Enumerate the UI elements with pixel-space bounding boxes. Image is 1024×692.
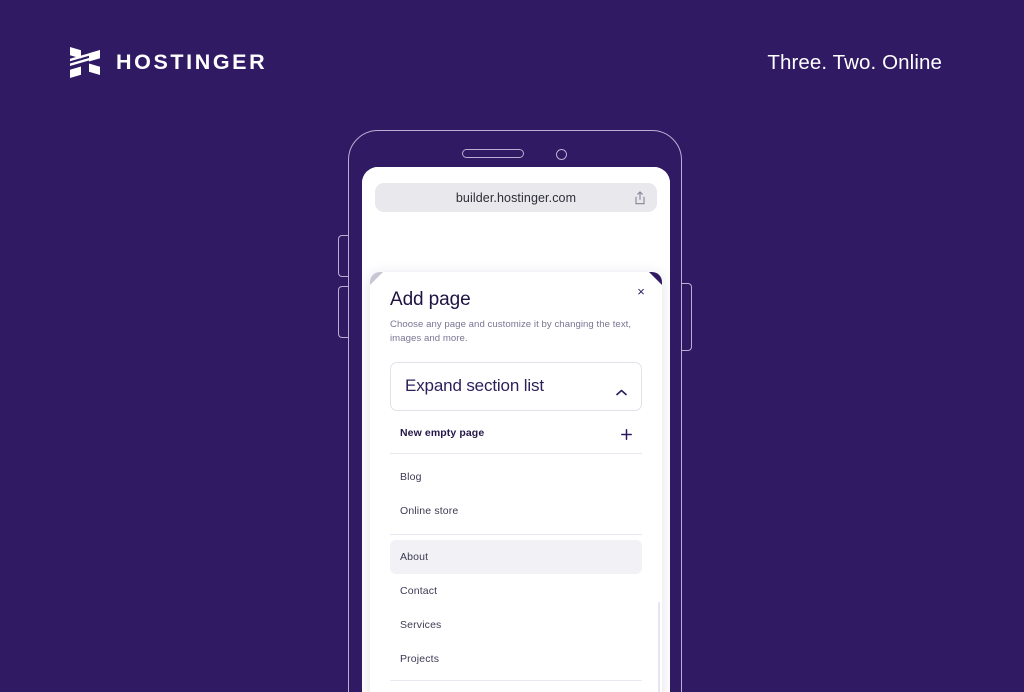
brand-logo: HOSTINGER	[70, 47, 267, 78]
phone-screen: builder.hostinger.com × Add page Choose …	[362, 167, 670, 692]
hostinger-h-mark-icon	[70, 47, 100, 78]
url-text: builder.hostinger.com	[455, 190, 577, 205]
volume-up-button[interactable]	[338, 235, 349, 277]
list-item[interactable]: Services	[390, 608, 642, 642]
share-icon[interactable]	[633, 190, 647, 205]
new-empty-page-label: New empty page	[400, 426, 485, 439]
list-item[interactable]: Privacy policy	[390, 687, 642, 692]
page-group-3: Privacy policy Refund policy	[390, 681, 642, 692]
volume-down-button[interactable]	[338, 286, 349, 338]
list-item[interactable]: Online store	[390, 494, 642, 528]
modal-subtitle: Choose any page and customize it by chan…	[390, 319, 632, 345]
browser-chrome: builder.hostinger.com	[362, 167, 670, 222]
close-icon[interactable]: ×	[633, 284, 649, 300]
brand-name: HOSTINGER	[116, 50, 268, 74]
list-item[interactable]: Projects	[390, 642, 642, 676]
page-item-label: Online store	[400, 504, 459, 517]
add-page-modal: × Add page Choose any page and customize…	[370, 272, 662, 692]
page-item-label: About	[400, 550, 429, 563]
tagline: Three. Two. Online	[767, 51, 942, 74]
modal-corner-marker-right	[649, 272, 662, 285]
phone-frame: builder.hostinger.com × Add page Choose …	[338, 130, 692, 692]
page-group-1: Blog Online store	[390, 454, 642, 534]
page-item-label: Blog	[400, 470, 422, 483]
expand-section-list-dropdown[interactable]: Expand section list	[390, 361, 642, 411]
modal-scrollbar[interactable]	[658, 602, 660, 692]
expand-section-list-label: Expand section list	[405, 376, 544, 396]
power-button[interactable]	[681, 283, 692, 351]
page-item-label: Projects	[400, 652, 440, 665]
page-item-label: Contact	[400, 584, 438, 597]
speaker-slot-icon	[462, 149, 524, 158]
page-group-2: About Contact Services Projects	[390, 535, 642, 680]
url-bar[interactable]: builder.hostinger.com	[375, 183, 657, 212]
page-title: Add page	[390, 289, 471, 310]
new-empty-page-row[interactable]: New empty page	[390, 413, 642, 453]
chevron-up-icon	[616, 383, 627, 396]
front-camera-icon	[556, 148, 567, 160]
list-item[interactable]: Contact	[390, 574, 642, 608]
modal-corner-marker-left	[370, 272, 383, 285]
plus-icon	[621, 427, 632, 441]
list-item[interactable]: Blog	[390, 460, 642, 494]
page-item-label: Services	[400, 618, 442, 631]
list-item-selected[interactable]: About	[390, 539, 642, 574]
